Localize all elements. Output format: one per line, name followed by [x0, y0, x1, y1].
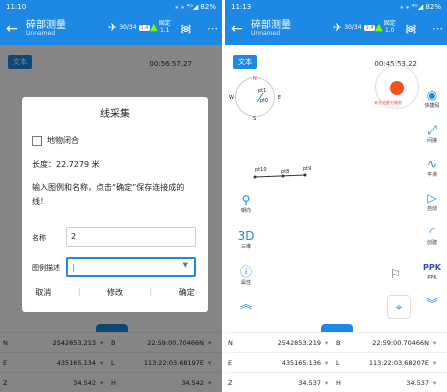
- legend-select[interactable]: | ▼: [66, 257, 196, 277]
- satellite-icon: ✈: [108, 21, 118, 34]
- pin-icon[interactable]: ⚐: [390, 267, 401, 281]
- info-icon: ⓘ: [239, 265, 252, 279]
- satellite-status[interactable]: ✈ 30/34 1.4: [333, 21, 376, 34]
- status-indicators: ⁎ ⁎ ⁴ᴳ◢ 82%: [175, 2, 216, 11]
- project-name: Unnamed: [251, 30, 281, 38]
- app-title-group: 碎部测量 Unnamed: [251, 20, 291, 38]
- satellite-icon: ✈: [333, 21, 343, 34]
- attributes-tool[interactable]: ⓘ 属性: [233, 265, 259, 286]
- project-name: Unnamed: [26, 30, 56, 38]
- back-arrow-icon[interactable]: ←: [6, 21, 20, 37]
- point-label: pt10: [255, 167, 267, 173]
- indirect-tool[interactable]: ⤢ 间接: [419, 123, 445, 144]
- dialog-title: 线采集: [100, 109, 130, 120]
- auto-tool[interactable]: ▷ 自动: [419, 191, 445, 212]
- panel-handle[interactable]: [321, 324, 353, 332]
- diff-warning: 未开启差分服务: [374, 100, 402, 105]
- smooth-icon: ∿: [426, 157, 438, 171]
- locate-button[interactable]: ⌖: [387, 295, 411, 319]
- 3d-icon: 3D: [237, 229, 255, 243]
- closed-feature-checkbox[interactable]: 地物闭合: [32, 135, 79, 146]
- modify-button[interactable]: 修改: [107, 287, 123, 298]
- satellite-status[interactable]: ✈ 30/34 1.4: [108, 21, 151, 34]
- line-capture-dialog: 线采集 地物闭合 长度：22.7279 米 输入图例和名称，点击“确定”保存连接…: [22, 97, 208, 312]
- status-bar: 11:10 ⁎ ⁎ ⁴ᴳ◢ 82%: [0, 0, 222, 13]
- signal-arrow-icon: ▲: [375, 22, 383, 34]
- coordinate-panel: N 2542853.219 ▾ B 22:59:00.70466N ▾ E 4351…: [225, 332, 447, 392]
- app-bar: ← 碎部测量 Unnamed ✈ 30/34 1.4 ▲ 固定 1.0 ᯼ ⋯: [225, 13, 447, 45]
- coord-row: E 435165.136 ▾ L 113:22:03.68207E ▾: [225, 352, 447, 372]
- app-title-group: 碎部测量 Unnamed: [26, 20, 66, 38]
- chevron-down-icon: ▼: [182, 261, 188, 269]
- dropdown-icon[interactable]: ▾: [325, 339, 333, 347]
- chevron-up-icon: ︽: [239, 297, 252, 311]
- status-bar: 11:13 ⁎ ⁎ ⁴ᴳ◢ 82%: [225, 0, 447, 13]
- point-label: pt9: [303, 166, 312, 172]
- dropdown-icon[interactable]: ▾: [433, 359, 441, 367]
- more-icon[interactable]: ⋯: [432, 22, 443, 35]
- create-icon: ◜: [429, 225, 435, 239]
- status-time: 11:10: [6, 2, 27, 11]
- dropdown-icon[interactable]: ▾: [433, 379, 441, 387]
- dropdown-icon[interactable]: ▾: [325, 359, 333, 367]
- more-icon[interactable]: ⋯: [207, 22, 218, 35]
- back-arrow-icon[interactable]: ←: [231, 21, 245, 37]
- checkbox-icon[interactable]: [32, 135, 42, 146]
- quick-code-tool[interactable]: ◉ 快捷码: [419, 88, 445, 109]
- app-bar: ← 碎部测量 Unnamed ✈ 30/34 1.4 ▲ 固定 1.1 ᯼ ⋯: [0, 13, 222, 45]
- dropdown-icon[interactable]: ▾: [325, 379, 333, 387]
- collapse-down-button[interactable]: ︾: [419, 297, 445, 311]
- quick-code-icon: ◉: [426, 88, 438, 102]
- signal-arrow-icon: ▲: [150, 22, 158, 34]
- link-icon[interactable]: ᯼: [405, 21, 417, 36]
- ppk-tool[interactable]: PPK PPK: [419, 261, 445, 281]
- coord-row: N 2542853.219 ▾ B 22:59:00.70466N ▾: [225, 332, 447, 352]
- fix-status[interactable]: ▲ 固定 1.1: [150, 20, 171, 34]
- status-indicators: ⁎ ⁎ ⁴ᴳ◢ 82%: [400, 2, 441, 11]
- orientation-tool[interactable]: ⚲ 朝向: [233, 193, 259, 214]
- indirect-icon: ⤢: [427, 123, 437, 137]
- smooth-tool[interactable]: ∿ 平滑: [419, 157, 445, 178]
- fix-status[interactable]: ▲ 固定 1.0: [375, 20, 396, 34]
- auto-play-icon: ▷: [427, 191, 437, 205]
- ppk-icon: PPK: [423, 263, 441, 272]
- create-tool[interactable]: ◜ 创建: [419, 225, 445, 246]
- name-input[interactable]: 2: [66, 227, 196, 247]
- line-length: 长度：22.7279 米: [32, 160, 100, 169]
- dropdown-icon[interactable]: ▾: [433, 339, 441, 347]
- point-label: pt8: [281, 169, 290, 175]
- position-indicator: 未开启差分服务: [374, 65, 419, 109]
- ok-button[interactable]: 确定: [179, 287, 195, 298]
- 3d-tool[interactable]: 3D 三维: [233, 229, 259, 250]
- map-canvas[interactable]: 文本 00:45:53.22 N E S W pt1 pt0 pt10 pt8 …: [225, 45, 447, 320]
- name-label: 名称: [32, 234, 46, 242]
- status-time: 11:13: [231, 2, 252, 11]
- legend-label: 图例描述: [32, 264, 60, 272]
- position-dot: [390, 81, 404, 95]
- dialog-prompt: 输入图例和名称，点击“确定”保存连接成的线！: [32, 183, 185, 206]
- chevron-down-icon: ︾: [425, 297, 438, 311]
- right-screen: 11:13 ⁎ ⁎ ⁴ᴳ◢ 82% ← 碎部测量 Unnamed ✈ 30/34…: [225, 0, 447, 392]
- location-pin-icon: ⌖: [395, 300, 403, 314]
- collapse-up-button[interactable]: ︽: [233, 297, 259, 311]
- link-icon[interactable]: ᯼: [180, 21, 192, 36]
- left-screen: 11:10 ⁎ ⁎ ⁴ᴳ◢ 82% ← 碎部测量 Unnamed ✈ 30/34…: [0, 0, 222, 392]
- orientation-icon: ⚲: [241, 193, 251, 207]
- dialog-actions: 取消 | 修改 | 确定: [35, 287, 195, 298]
- cancel-button[interactable]: 取消: [35, 287, 51, 298]
- coord-row: Z 34.537 ▾ H 34.537 ▾: [225, 372, 447, 392]
